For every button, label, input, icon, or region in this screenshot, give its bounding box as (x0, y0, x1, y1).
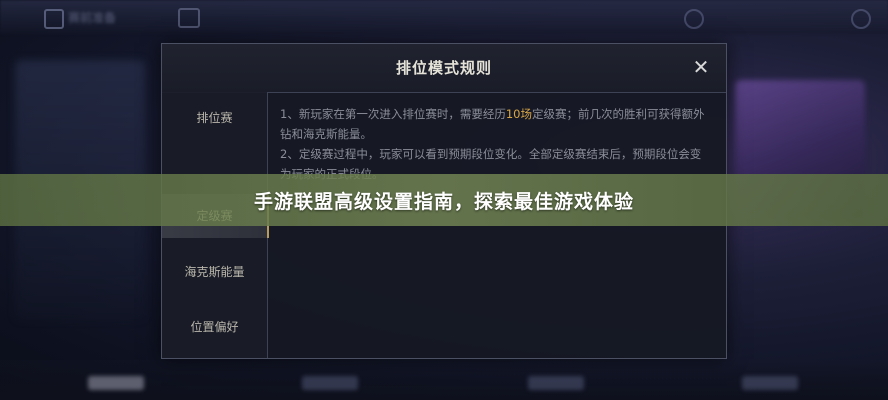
dialog-title: 排位模式规则 (395, 59, 492, 77)
settings-icon[interactable] (684, 9, 704, 29)
rules-content: 1、新玩家在第一次进入排位赛时，需要经历10场定级赛；前几次的胜利可获得额外钻和… (280, 104, 708, 184)
bottom-tab-3[interactable] (528, 376, 584, 390)
close-icon[interactable]: ✕ (690, 56, 712, 78)
nav-item-ranked[interactable]: 排位赛 (162, 96, 267, 140)
menu-icon[interactable] (851, 9, 871, 29)
dialog-header: 排位模式规则 ✕ (162, 44, 726, 93)
home-icon[interactable] (178, 8, 200, 28)
rule-paragraph-1: 1、新玩家在第一次进入排位赛时，需要经历10场定级赛；前几次的胜利可获得额外钻和… (280, 104, 708, 144)
bottom-tab-4[interactable] (742, 376, 798, 390)
rule-1-highlight: 10场 (505, 107, 532, 121)
bottom-tab-1[interactable] (88, 376, 144, 390)
back-icon[interactable] (44, 9, 64, 29)
bottom-tab-2[interactable] (302, 376, 358, 390)
title-banner: 手游联盟高级设置指南，探索最佳游戏体验 (0, 174, 888, 226)
background-title: 赛前准备 (68, 11, 117, 25)
banner-title: 手游联盟高级设置指南，探索最佳游戏体验 (253, 191, 634, 213)
nav-item-hextech-energy[interactable]: 海克斯能量 (162, 250, 267, 294)
nav-item-position-preference[interactable]: 位置偏好 (162, 305, 267, 349)
background-top-bar (0, 0, 888, 34)
rule-1-text-a: 1、新玩家在第一次进入排位赛时，需要经历 (280, 107, 506, 121)
